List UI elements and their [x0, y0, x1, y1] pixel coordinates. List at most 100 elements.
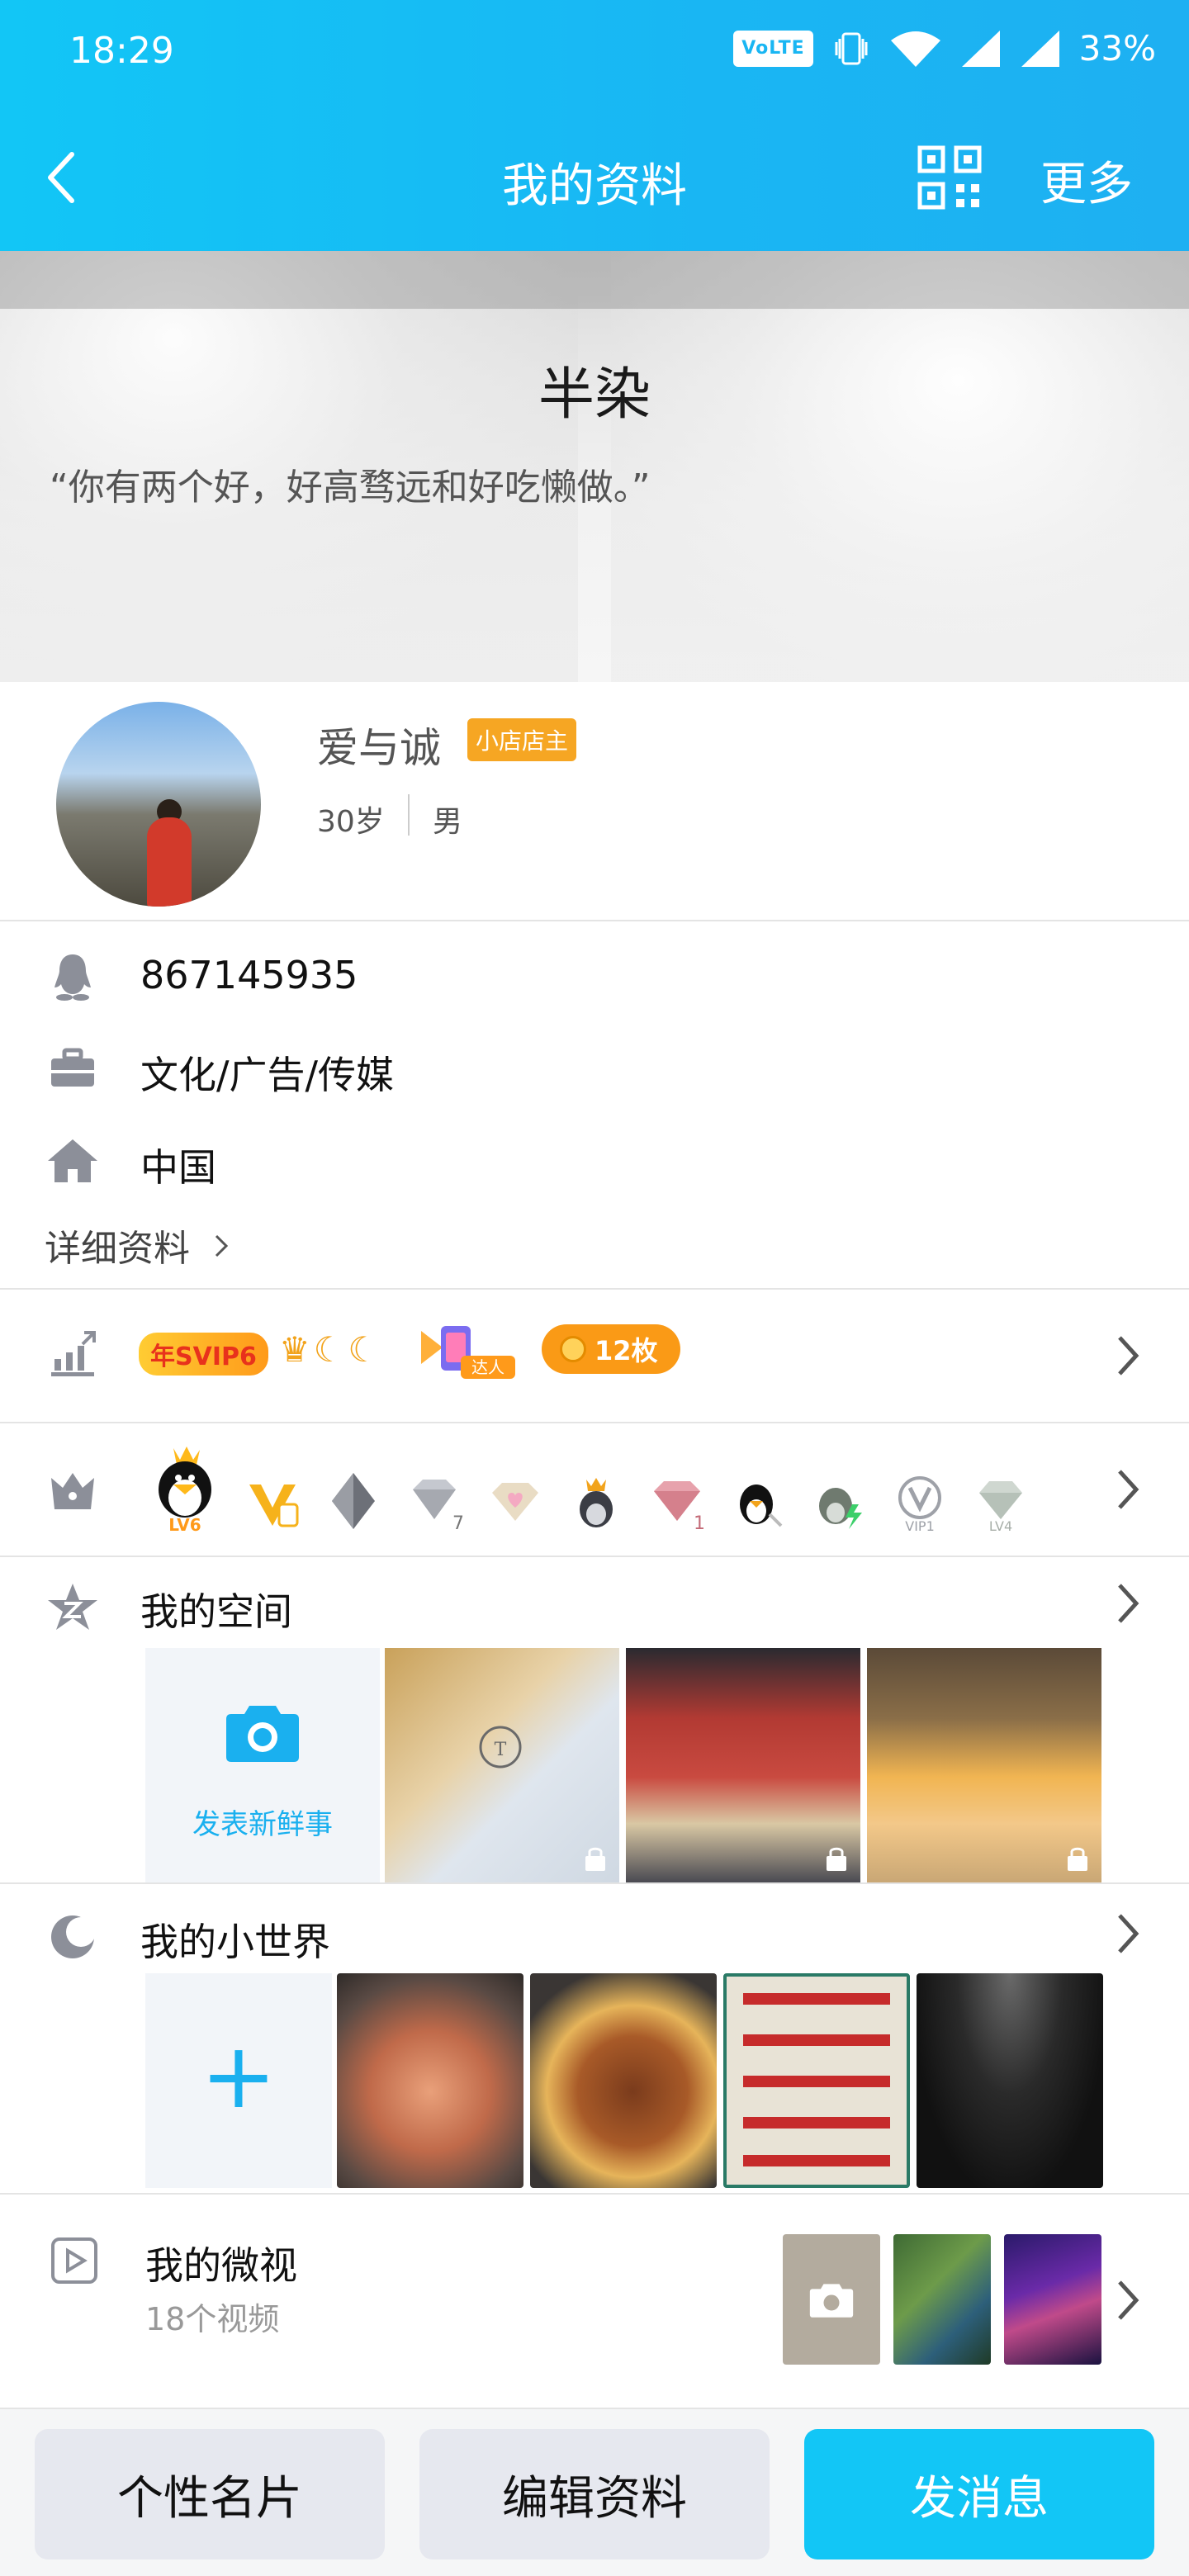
vip1-icon[interactable]: VIP1 — [890, 1468, 950, 1534]
detail-info-link[interactable]: 详细资料 — [45, 1219, 231, 1271]
qzone-star-icon — [48, 1584, 97, 1630]
penguin-crown-icon[interactable] — [566, 1468, 626, 1534]
world-photo[interactable] — [530, 1973, 717, 2188]
moon-icon — [51, 1915, 96, 1958]
daren-badge-icon[interactable]: 达人 — [413, 1323, 519, 1380]
profile-age: 30岁 — [317, 805, 385, 839]
qr-code-icon — [917, 145, 982, 210]
status-bar: 18:29 VoLTE 33% — [0, 0, 1189, 107]
chevron-right-icon[interactable] — [1111, 1579, 1144, 1628]
camera-icon — [226, 1706, 299, 1762]
medal-coin-icon — [560, 1336, 586, 1362]
home-icon — [48, 1139, 97, 1182]
briefcase-icon — [51, 1048, 94, 1087]
honor-badges-row[interactable]: 年SVIP6 ♛☾☾ 达人 12枚 — [0, 1290, 1189, 1423]
vibrate-icon — [835, 32, 868, 64]
chevron-right-icon[interactable] — [1111, 1465, 1144, 1514]
lock-icon — [1068, 1847, 1087, 1871]
qzone-photo[interactable] — [867, 1648, 1101, 1882]
weishi-video-count: 18个视频 — [145, 2301, 280, 2337]
weishi-title: 我的微视 — [145, 2243, 297, 2288]
signal-icon-2 — [1021, 30, 1059, 67]
chevron-right-icon — [215, 1234, 229, 1257]
svg-text:T: T — [495, 1740, 507, 1760]
info-section: 867145935 文化/广告/传媒 中国 详细资料 — [0, 921, 1189, 1290]
volte-icon: VoLTE — [733, 30, 813, 67]
qq-lv6-icon[interactable]: LV6 — [149, 1443, 221, 1534]
diamond-1-icon[interactable]: 1 — [647, 1468, 707, 1534]
post-new-button[interactable]: 发表新鲜事 — [145, 1648, 380, 1882]
profile-name: 爱与诚 — [317, 724, 441, 772]
chevron-right-icon[interactable] — [1111, 1331, 1144, 1380]
send-message-button[interactable]: 发消息 — [804, 2429, 1154, 2559]
diamond-lv4-icon[interactable]: LV4 — [971, 1468, 1030, 1534]
cover-photo[interactable]: 半染 “你有两个好，好高骛远和好吃懒做。” — [0, 251, 1189, 682]
location: 中国 — [140, 1145, 216, 1190]
vip-icon-list: LV6 7 1 VIP1 LV4 — [149, 1443, 1030, 1534]
penguin-icon — [54, 954, 91, 1001]
diamond-icon[interactable] — [324, 1468, 383, 1534]
weishi-video-thumb[interactable] — [1004, 2234, 1101, 2365]
diamond-7-icon[interactable]: 7 — [405, 1468, 464, 1534]
profile-nickname: 半染 — [538, 362, 651, 428]
lock-icon — [585, 1847, 605, 1871]
info-row-location: 中国 — [0, 1113, 1189, 1204]
svg-text:7: 7 — [452, 1513, 464, 1534]
heart-diamond-icon[interactable] — [486, 1468, 545, 1534]
weishi-section[interactable]: 我的微视 18个视频 — [0, 2195, 1189, 2409]
detail-info-label: 详细资料 — [45, 1228, 190, 1270]
svg-text:1: 1 — [694, 1513, 705, 1534]
vip-icons-row[interactable]: LV6 7 1 VIP1 LV4 — [0, 1423, 1189, 1557]
daren-label: 达人 — [471, 1357, 504, 1377]
profile-card-button[interactable]: 个性名片 — [35, 2429, 385, 2559]
marina-logo-icon: T — [479, 1726, 522, 1769]
plus-icon: + — [200, 2023, 277, 2129]
profile-summary: 爱与诚 小店店主 30岁 男 — [0, 682, 1189, 921]
avatar[interactable] — [56, 702, 261, 907]
chevron-right-icon[interactable] — [1111, 2275, 1144, 2325]
wifi-icon — [890, 31, 940, 67]
qzone-title: 我的空间 — [140, 1589, 292, 1634]
page-title: 我的资料 — [502, 159, 687, 213]
signal-icon — [961, 30, 1000, 67]
bottom-action-bar: 个性名片 编辑资料 发消息 — [0, 2409, 1189, 2576]
add-world-post-button[interactable]: + — [145, 1973, 332, 2188]
qzone-photo[interactable] — [626, 1648, 860, 1882]
medal-count-badge[interactable]: 12枚 — [542, 1324, 680, 1374]
camera-icon — [809, 2284, 854, 2318]
qzone-section[interactable]: 我的空间 发表新鲜事 T — [0, 1557, 1189, 1884]
profile-gender: 男 — [433, 805, 463, 839]
world-photo[interactable] — [723, 1973, 910, 2188]
avatar-person-body — [147, 817, 192, 907]
qq-number: 867145935 — [140, 953, 358, 997]
world-photo[interactable] — [337, 1973, 523, 2188]
qr-code-button[interactable] — [917, 144, 983, 211]
lock-icon — [827, 1847, 846, 1871]
svip-badge[interactable]: 年SVIP6 — [139, 1333, 268, 1376]
little-world-section[interactable]: 我的小世界 + — [0, 1884, 1189, 2195]
occupation: 文化/广告/传媒 — [140, 1053, 394, 1097]
medal-count: 12枚 — [594, 1335, 658, 1366]
cover-figure-right — [611, 251, 1189, 682]
level-crowns-icon[interactable]: ♛☾☾ — [279, 1329, 382, 1370]
crown-icon — [51, 1473, 94, 1509]
status-icons: VoLTE 33% — [733, 28, 1156, 69]
weishi-video-thumb[interactable] — [893, 2234, 991, 2365]
vip-v-icon[interactable] — [243, 1468, 302, 1534]
info-row-job: 文化/广告/传媒 — [0, 1020, 1189, 1111]
app-header: 18:29 VoLTE 33% 我的资料 更多 — [0, 0, 1189, 251]
status-time: 18:29 — [69, 30, 174, 72]
edit-profile-button[interactable]: 编辑资料 — [419, 2429, 770, 2559]
shop-owner-badge[interactable]: 小店店主 — [467, 718, 577, 761]
battery-percent: 33% — [1078, 28, 1156, 69]
more-button[interactable]: 更多 — [1040, 147, 1133, 214]
weishi-camera-tile[interactable] — [783, 2234, 880, 2365]
profile-signature: “你有两个好，好高骛远和好吃懒做。” — [50, 466, 651, 509]
green-penguin-icon[interactable] — [809, 1468, 869, 1534]
qzone-photo[interactable]: T — [385, 1648, 619, 1882]
world-photo[interactable] — [917, 1973, 1103, 2188]
penguin-icon[interactable] — [728, 1468, 788, 1534]
post-new-label: 发表新鲜事 — [192, 1808, 333, 1841]
nav-bar: 我的资料 更多 — [0, 107, 1189, 251]
chevron-right-icon[interactable] — [1111, 1909, 1144, 1958]
